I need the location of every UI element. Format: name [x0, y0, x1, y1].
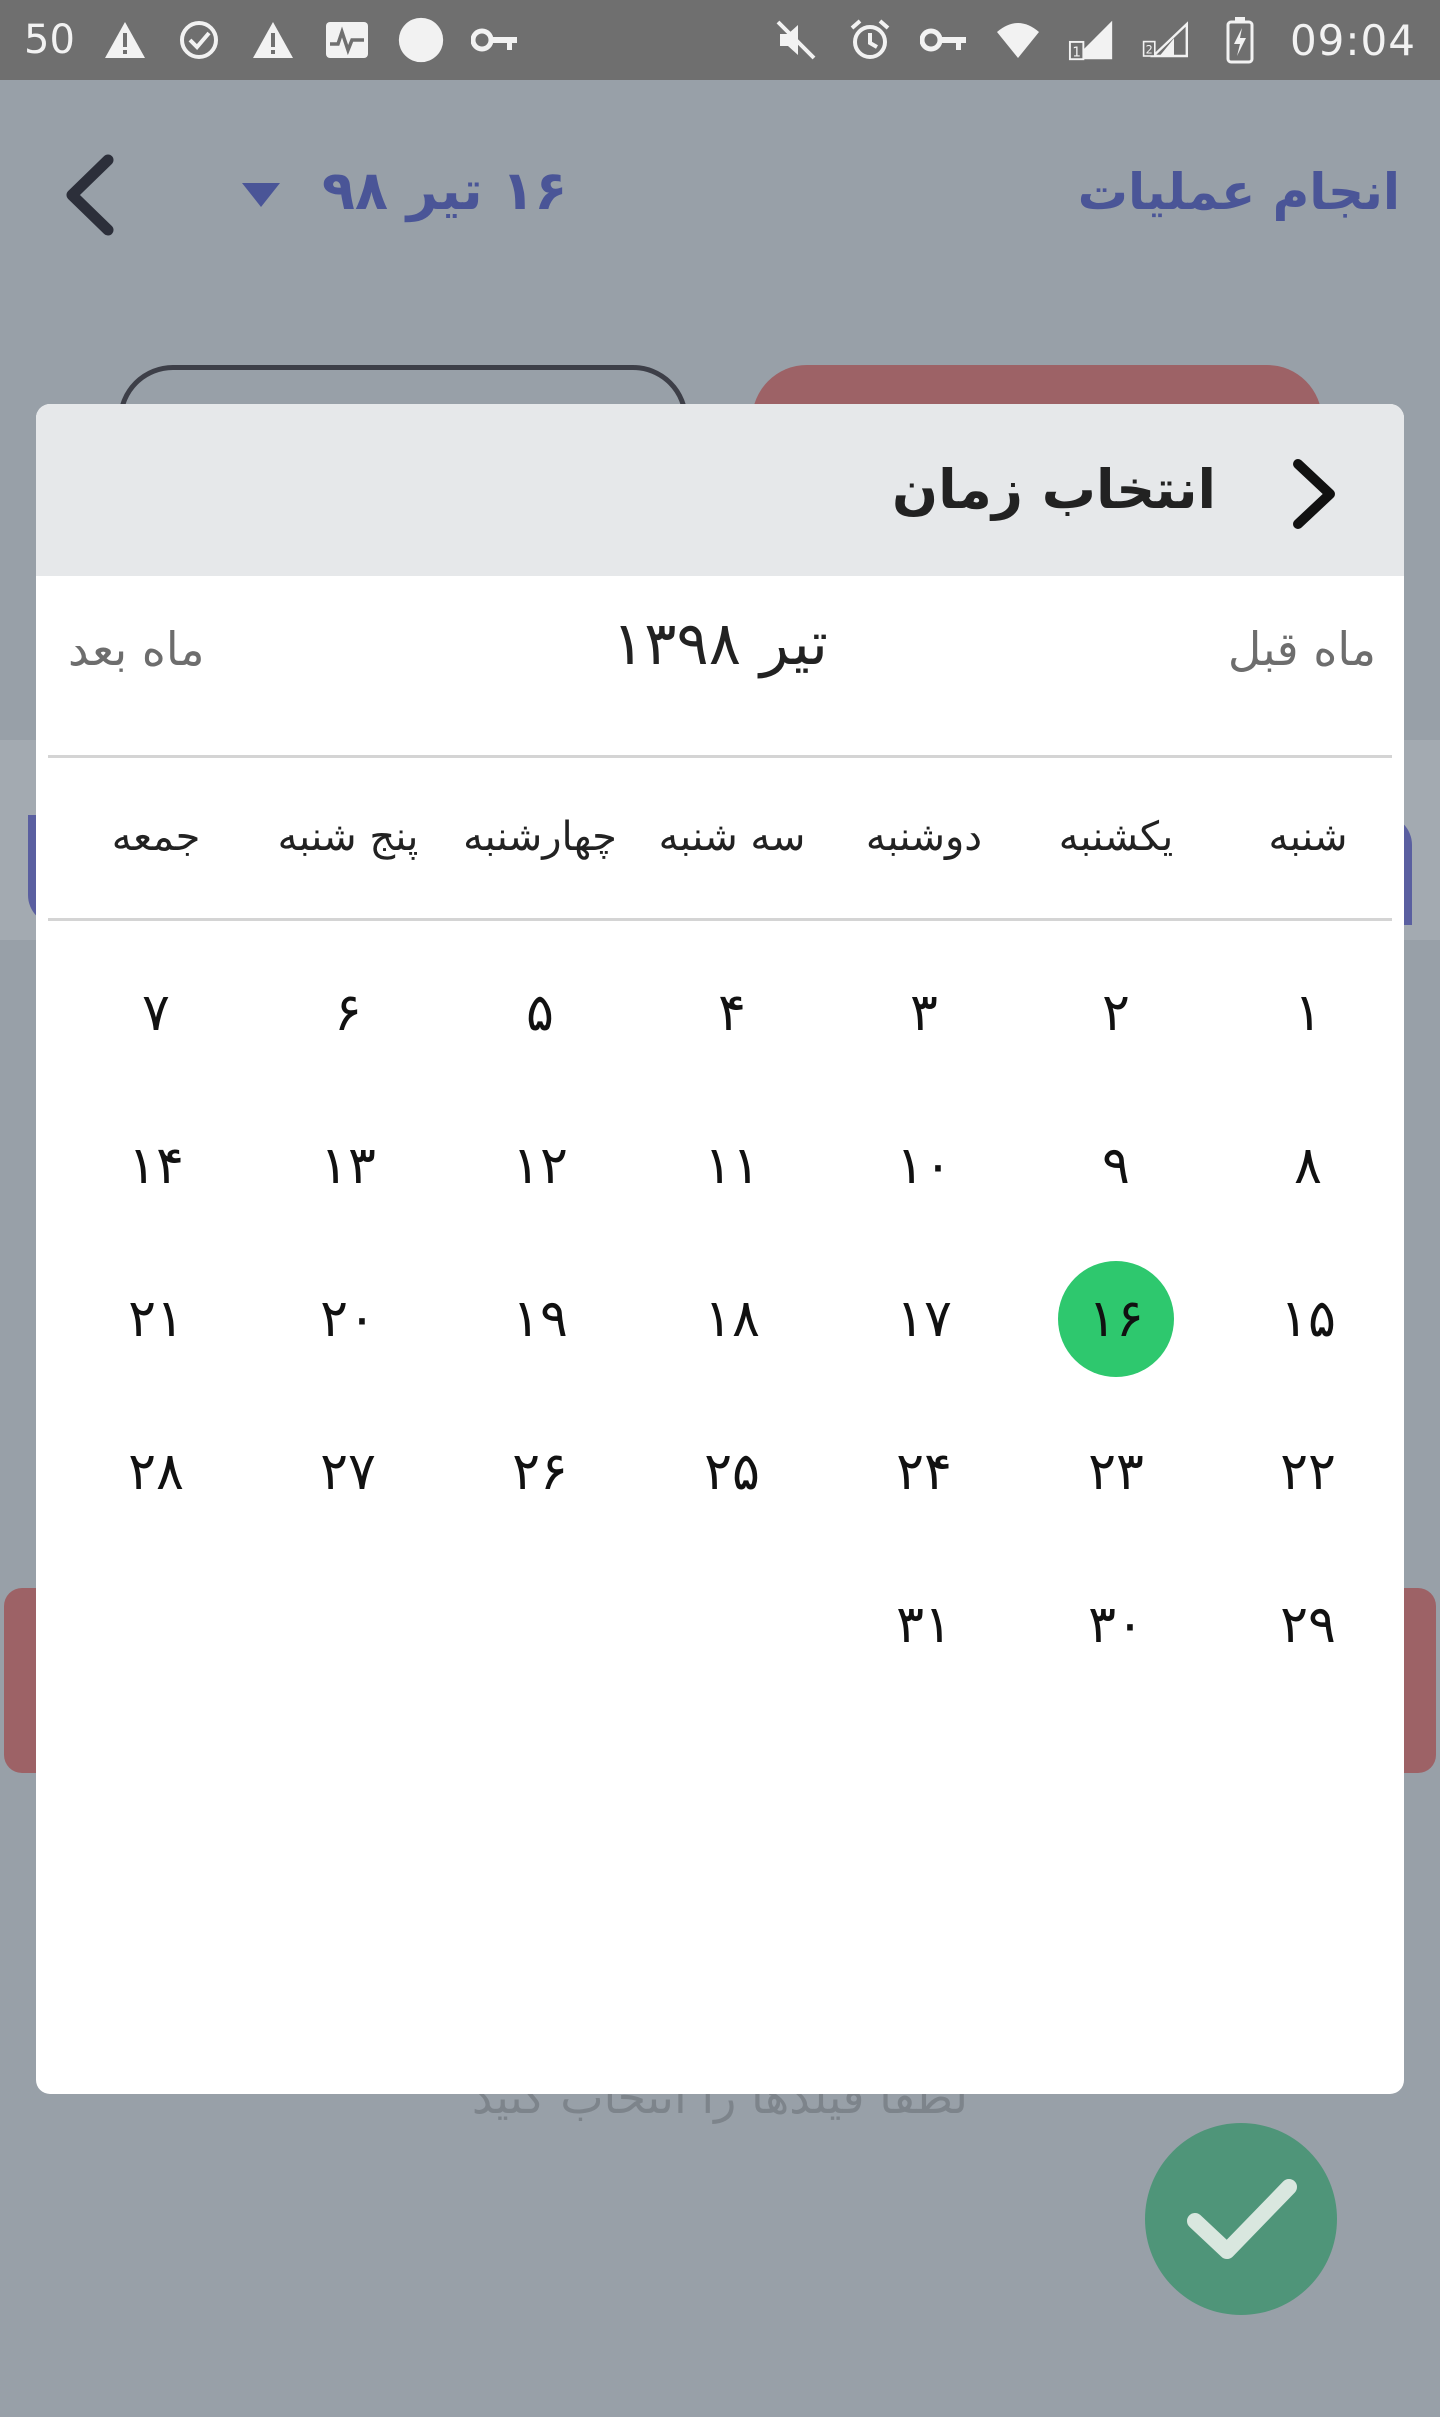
calendar-day-selected[interactable]: ۱۶ — [1020, 1242, 1212, 1395]
activity-icon — [323, 16, 371, 64]
calendar-day[interactable]: ۷ — [60, 936, 252, 1089]
battery-charging-icon — [1216, 16, 1264, 64]
calendar-day[interactable]: ۱۷ — [828, 1242, 1020, 1395]
calendar-day-empty — [636, 1548, 828, 1701]
signal-sim2-icon: 2 — [1142, 16, 1190, 64]
wifi-icon — [994, 16, 1042, 64]
status-bar: 50 1 2 09:04 — [0, 0, 1440, 80]
divider — [48, 918, 1392, 921]
calendar-day[interactable]: ۲۸ — [60, 1395, 252, 1548]
prev-month-button[interactable]: ماه قبل — [1228, 604, 1376, 694]
key-icon — [919, 16, 968, 64]
dialog-title: انتخاب زمان — [892, 457, 1216, 521]
weekday-label: شنبه — [1268, 814, 1348, 860]
key-icon — [470, 16, 519, 64]
calendar-day[interactable]: ۱۲ — [444, 1089, 636, 1242]
calendar-grid: ۱ ۲ ۳ ۴ ۵ ۶ ۷ ۸ ۹ ۱۰ ۱۱ ۱۲ ۱۳ ۱۴ ۱۵ ۱۶ ۱… — [36, 936, 1404, 1701]
next-month-button[interactable]: ماه بعد — [68, 604, 205, 694]
calendar-day[interactable]: ۲۳ — [1020, 1395, 1212, 1548]
calendar-day[interactable]: ۱۹ — [444, 1242, 636, 1395]
confirm-fab-button[interactable] — [1145, 2123, 1337, 2315]
calendar-day[interactable]: ۲۷ — [252, 1395, 444, 1548]
calendar-day[interactable]: ۴ — [636, 936, 828, 1089]
calendar-week: ۸ ۹ ۱۰ ۱۱ ۱۲ ۱۳ ۱۴ — [36, 1089, 1404, 1242]
calendar-day[interactable]: ۱۵ — [1212, 1242, 1404, 1395]
calendar-day[interactable]: ۸ — [1212, 1089, 1404, 1242]
calendar-day[interactable]: ۱۳ — [252, 1089, 444, 1242]
checkmark-icon — [1187, 2179, 1297, 2259]
date-picker-dialog: انتخاب زمان ماه قبل تیر ۱۳۹۸ ماه بعد شنب… — [36, 404, 1404, 2094]
notification-count: 50 — [24, 17, 75, 63]
weekday-header-row: شنبه یکشنبه دوشنبه سه شنبه چهارشنبه پنج … — [36, 762, 1404, 912]
date-selector[interactable]: ۱۶ تیر ۹۸ — [240, 150, 567, 230]
dropdown-arrow-icon — [240, 159, 282, 222]
weekday-label: پنج شنبه — [277, 814, 419, 860]
month-title: تیر ۱۳۹۸ — [612, 609, 828, 679]
clock: 09:04 — [1289, 15, 1416, 65]
calendar-week: ۲۲ ۲۳ ۲۴ ۲۵ ۲۶ ۲۷ ۲۸ — [36, 1395, 1404, 1548]
calendar-day[interactable]: ۱۸ — [636, 1242, 828, 1395]
calendar-day[interactable]: ۶ — [252, 936, 444, 1089]
svg-text:2: 2 — [1146, 44, 1153, 57]
calendar-day[interactable]: ۱۰ — [828, 1089, 1020, 1242]
mute-icon — [772, 16, 820, 64]
calendar-day[interactable]: ۲ — [1020, 936, 1212, 1089]
weekday-label: سه شنبه — [658, 814, 806, 860]
page-title: انجام عملیات — [1077, 163, 1400, 221]
calendar-day[interactable]: ۲۲ — [1212, 1395, 1404, 1548]
calendar-day[interactable]: ۱ — [1212, 936, 1404, 1089]
calendar-day-empty — [444, 1548, 636, 1701]
weekday-label: یکشنبه — [1058, 814, 1174, 860]
calendar-week: ۱ ۲ ۳ ۴ ۵ ۶ ۷ — [36, 936, 1404, 1089]
calendar-day[interactable]: ۳۱ — [828, 1548, 1020, 1701]
calendar-day-empty — [252, 1548, 444, 1701]
close-chevron-icon[interactable] — [1284, 454, 1344, 534]
calendar-week: ۱۵ ۱۶ ۱۷ ۱۸ ۱۹ ۲۰ ۲۱ — [36, 1242, 1404, 1395]
calendar-day[interactable]: ۵ — [444, 936, 636, 1089]
weekday-label: چهارشنبه — [463, 814, 617, 860]
calendar-week: ۲۹ ۳۰ ۳۱ — [36, 1548, 1404, 1701]
svg-text:1: 1 — [1072, 45, 1081, 60]
divider — [48, 755, 1392, 758]
check-badge-icon — [175, 16, 223, 64]
calendar-day[interactable]: ۳ — [828, 936, 1020, 1089]
calendar-day[interactable]: ۲۱ — [60, 1242, 252, 1395]
calendar-day[interactable]: ۳۰ — [1020, 1548, 1212, 1701]
calendar-day-empty — [60, 1548, 252, 1701]
alarm-icon — [846, 16, 894, 64]
circle-icon — [397, 16, 445, 64]
weekday-label: دوشنبه — [865, 814, 983, 860]
warning-icon — [249, 16, 297, 64]
calendar-day[interactable]: ۲۶ — [444, 1395, 636, 1548]
calendar-day[interactable]: ۱۱ — [636, 1089, 828, 1242]
calendar-day[interactable]: ۹ — [1020, 1089, 1212, 1242]
warning-icon — [101, 16, 149, 64]
calendar-day[interactable]: ۲۹ — [1212, 1548, 1404, 1701]
signal-sim1-icon: 1 — [1068, 16, 1116, 64]
weekday-label: جمعه — [111, 814, 201, 860]
calendar-day[interactable]: ۲۰ — [252, 1242, 444, 1395]
calendar-day[interactable]: ۲۵ — [636, 1395, 828, 1548]
calendar-day[interactable]: ۲۴ — [828, 1395, 1020, 1548]
back-arrow-icon[interactable] — [58, 150, 118, 240]
calendar-day[interactable]: ۱۴ — [60, 1089, 252, 1242]
dialog-header: انتخاب زمان — [36, 404, 1404, 576]
date-selector-label: ۱۶ تیر ۹۸ — [322, 158, 568, 222]
